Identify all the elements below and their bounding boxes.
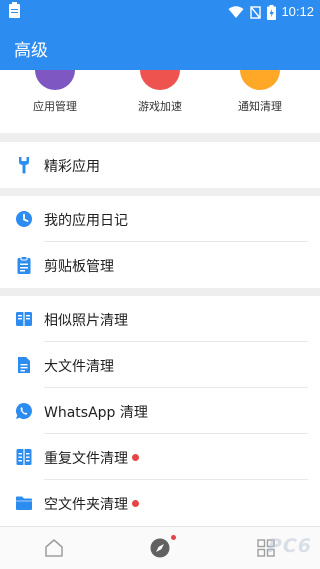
- section-cleaning: 相似照片清理 大文件清理 WhatsApp 清理 重复文件清理 空文件夹清理: [0, 296, 320, 526]
- duplicate-file-icon: [16, 449, 32, 465]
- list-item-label: 我的应用日记: [44, 213, 128, 229]
- whatsapp-icon: [15, 402, 32, 419]
- list-item-featured-apps[interactable]: 精彩应用: [0, 142, 320, 188]
- home-icon[interactable]: [43, 537, 65, 559]
- bottom-nav: PC6: [0, 526, 320, 569]
- app-bar: 高级: [0, 24, 320, 70]
- wifi-icon: [228, 5, 244, 18]
- list-item-label: 大文件清理: [44, 359, 114, 375]
- wrench-icon: [19, 157, 29, 174]
- watermark: PC6: [267, 535, 312, 557]
- clock-icon: [16, 211, 32, 227]
- document-icon: [18, 357, 30, 373]
- battery-charging-icon: [267, 4, 276, 20]
- no-signal-icon: [250, 5, 261, 19]
- folder-icon: [16, 496, 32, 510]
- list-item-similar-photos[interactable]: 相似照片清理: [0, 296, 320, 342]
- tool-grid: 应用管理 游戏加速 通知清理: [0, 70, 320, 133]
- content-scroll[interactable]: 应用管理 游戏加速 通知清理 精彩应用 我的应用日记 剪贴板管理 相似照片清理 …: [0, 70, 320, 526]
- status-time: 10:12: [281, 4, 314, 19]
- list-item-duplicate-files[interactable]: 重复文件清理: [0, 434, 320, 480]
- page-title: 高级: [14, 41, 48, 61]
- list-item-empty-folders[interactable]: 空文件夹清理: [0, 480, 320, 526]
- clipboard-icon: [17, 256, 31, 274]
- list-item-app-diary[interactable]: 我的应用日记: [0, 196, 320, 242]
- clipboard-icon: [9, 2, 20, 18]
- grid-item-label: 通知清理: [238, 100, 282, 113]
- notification-dot: [171, 535, 176, 540]
- list-item-clipboard[interactable]: 剪贴板管理: [0, 242, 320, 288]
- grid-item-label: 应用管理: [33, 100, 77, 113]
- list-item-label-text: 空文件夹清理: [44, 497, 128, 513]
- list-item-whatsapp-clean[interactable]: WhatsApp 清理: [0, 388, 320, 434]
- list-item-label: 精彩应用: [44, 159, 100, 175]
- new-badge-dot: [132, 453, 139, 461]
- game-boost-button[interactable]: 游戏加速: [105, 70, 215, 133]
- section-featured: 精彩应用: [0, 142, 320, 188]
- list-item-label: 空文件夹清理: [44, 494, 139, 514]
- notify-clean-button[interactable]: 通知清理: [205, 70, 315, 133]
- notify-clean-icon: [240, 70, 280, 90]
- compass-icon[interactable]: [149, 537, 171, 559]
- list-item-label: 相似照片清理: [44, 313, 128, 329]
- section-tools: 我的应用日记 剪贴板管理: [0, 196, 320, 288]
- app-manage-icon: [35, 70, 75, 90]
- app-manage-button[interactable]: 应用管理: [0, 70, 110, 133]
- list-item-large-files[interactable]: 大文件清理: [0, 342, 320, 388]
- grid-item-label: 游戏加速: [138, 100, 182, 113]
- list-item-label: WhatsApp 清理: [44, 405, 148, 421]
- game-boost-icon: [140, 70, 180, 90]
- new-badge-dot: [132, 499, 139, 507]
- similar-photos-icon: [16, 312, 32, 326]
- list-item-label-text: 重复文件清理: [44, 451, 128, 467]
- list-item-label: 重复文件清理: [44, 448, 139, 468]
- status-bar: 10:12: [0, 0, 320, 24]
- list-item-label: 剪贴板管理: [44, 259, 114, 275]
